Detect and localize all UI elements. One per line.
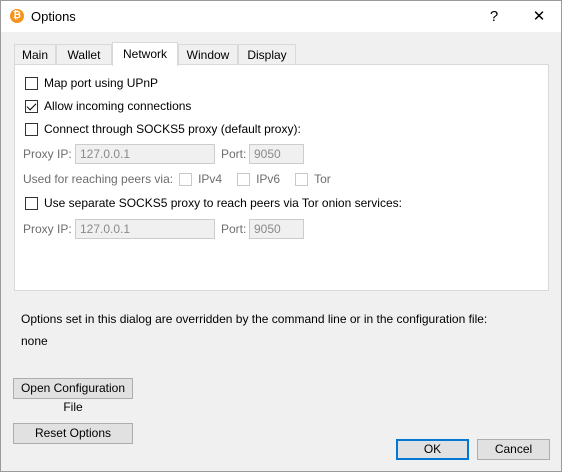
separate-tor-label: Use separate SOCKS5 proxy to reach peers…: [44, 196, 402, 210]
reset-options-button[interactable]: Reset Options: [13, 423, 133, 444]
close-icon[interactable]: ✕: [533, 8, 546, 25]
reaching-label: Used for reaching peers via:: [23, 172, 174, 186]
ok-button[interactable]: OK: [396, 439, 469, 460]
tor-checkbox[interactable]: [295, 172, 309, 186]
network-tab-panel: Map port using UPnP Allow incoming conne…: [14, 64, 549, 291]
tor-proxy-port-input[interactable]: 9050: [249, 219, 304, 239]
tab-main[interactable]: Main: [14, 44, 56, 65]
title-bar: ₿ Options ? ✕: [1, 1, 561, 32]
bitcoin-icon: ₿: [10, 9, 24, 23]
options-dialog: ₿ Options ? ✕ Main Wallet Network Window…: [0, 0, 562, 472]
tab-wallet[interactable]: Wallet: [56, 44, 112, 65]
incoming-row[interactable]: Allow incoming connections: [25, 99, 191, 113]
ipv6-label: IPv6: [256, 172, 281, 186]
override-notice: Options set in this dialog are overridde…: [21, 312, 488, 326]
tab-window[interactable]: Window: [178, 44, 238, 65]
tab-display[interactable]: Display: [238, 44, 296, 65]
override-value: none: [21, 334, 48, 348]
open-config-button[interactable]: Open Configuration File: [13, 378, 133, 414]
tor-proxy-ip-label: Proxy IP:: [23, 222, 72, 236]
incoming-checkbox[interactable]: [25, 99, 38, 113]
proxy-port-input[interactable]: 9050: [249, 144, 304, 164]
window-title: Options: [31, 9, 76, 24]
proxy-ip-input[interactable]: 127.0.0.1: [75, 144, 215, 164]
upnp-row[interactable]: Map port using UPnP: [25, 76, 158, 90]
tor-proxy-port-label: Port:: [221, 222, 247, 236]
proxy-row: Proxy IP: 127.0.0.1 Port: 9050: [23, 144, 304, 164]
incoming-label: Allow incoming connections: [44, 99, 192, 113]
socks5-checkbox[interactable]: [25, 122, 38, 136]
upnp-label: Map port using UPnP: [44, 76, 159, 90]
tor-proxy-ip-input[interactable]: 127.0.0.1: [75, 219, 215, 239]
socks5-row[interactable]: Connect through SOCKS5 proxy (default pr…: [25, 122, 301, 136]
help-button[interactable]: ?: [479, 1, 509, 32]
socks5-label: Connect through SOCKS5 proxy (default pr…: [44, 122, 301, 136]
tor-label: Tor: [314, 172, 331, 186]
upnp-checkbox[interactable]: [25, 76, 38, 90]
ipv4-checkbox[interactable]: [179, 172, 193, 186]
ipv6-checkbox[interactable]: [237, 172, 251, 186]
proxy-port-label: Port:: [221, 147, 247, 161]
proxy-ip-label: Proxy IP:: [23, 147, 72, 161]
separate-tor-checkbox[interactable]: [25, 196, 38, 210]
reaching-row: Used for reaching peers via: IPv4 IPv6 T…: [23, 172, 331, 186]
close-button[interactable]: ✕: [517, 1, 561, 32]
tor-proxy-row: Proxy IP: 127.0.0.1 Port: 9050: [23, 219, 304, 239]
cancel-button[interactable]: Cancel: [477, 439, 550, 460]
tab-network[interactable]: Network: [112, 42, 178, 66]
separate-tor-row[interactable]: Use separate SOCKS5 proxy to reach peers…: [25, 196, 402, 210]
ipv4-label: IPv4: [198, 172, 223, 186]
